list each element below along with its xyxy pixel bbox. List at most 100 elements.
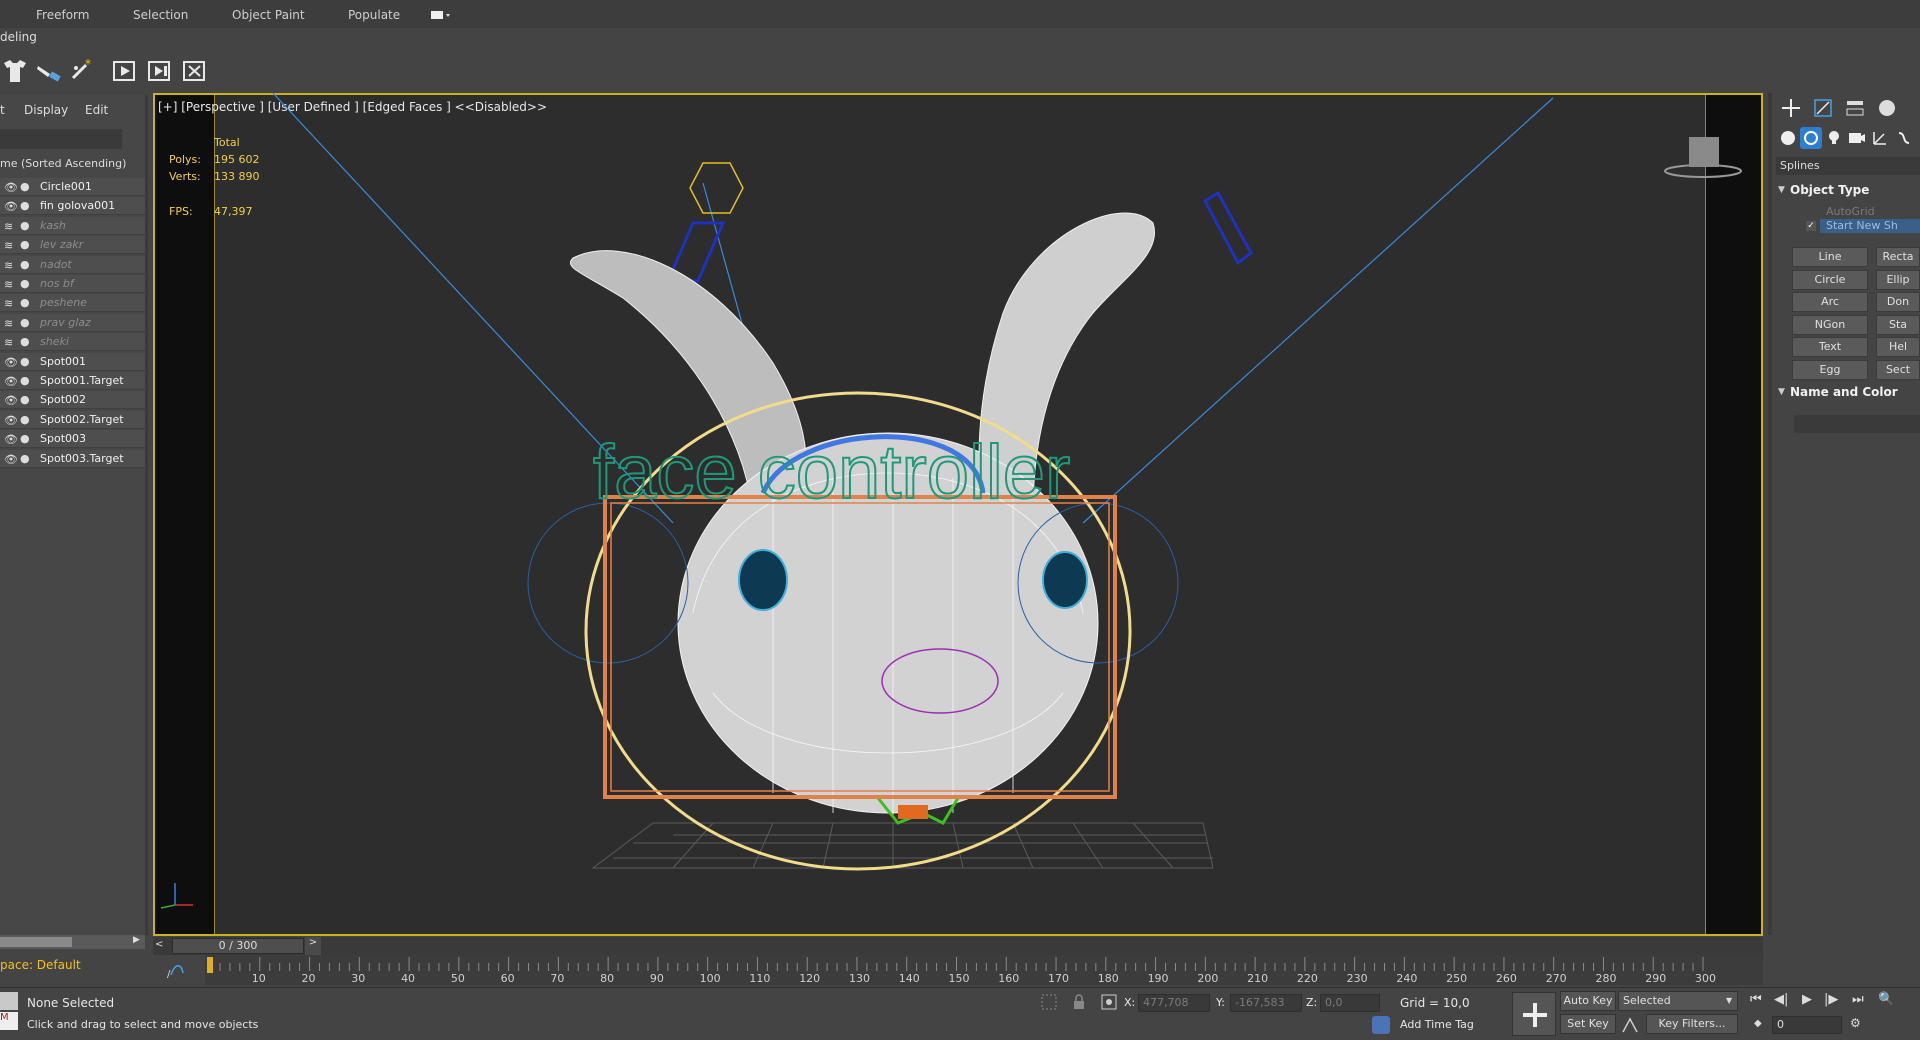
- shape-button-don[interactable]: Don: [1876, 292, 1920, 312]
- explorer-row[interactable]: ≋ ● nos bf: [0, 275, 145, 293]
- layers-icon[interactable]: ≋: [4, 317, 13, 330]
- tab-populate[interactable]: Populate: [348, 8, 400, 22]
- explorer-column-header[interactable]: me (Sorted Ascending): [0, 157, 148, 175]
- create-tab-icon[interactable]: [1780, 97, 1802, 122]
- shape-button-sta[interactable]: Sta: [1876, 314, 1920, 335]
- modeling-tab-label[interactable]: deling: [0, 30, 37, 44]
- explorer-row[interactable]: ≋ ● sheki: [0, 333, 145, 352]
- explorer-menu-select[interactable]: t: [0, 103, 5, 117]
- tab-freeform[interactable]: Freeform: [36, 8, 89, 22]
- maxscript-listener-icon[interactable]: [0, 992, 18, 1010]
- geometry-icon[interactable]: [1780, 130, 1796, 149]
- play-icon[interactable]: ▶: [1802, 992, 1812, 1007]
- auto-key-button[interactable]: Auto Key: [1560, 991, 1616, 1011]
- shirt-icon[interactable]: [0, 56, 30, 86]
- shape-button-recta[interactable]: Recta: [1876, 247, 1920, 267]
- motion-tab-icon[interactable]: [1876, 97, 1898, 122]
- explorer-row[interactable]: 👁 ● Circle001: [0, 178, 145, 196]
- layers-icon[interactable]: ≋: [4, 336, 13, 349]
- film-render-icon[interactable]: [180, 56, 210, 86]
- prev-frame-icon[interactable]: ◀|: [1774, 992, 1788, 1007]
- goto-start-icon[interactable]: ⏮: [1750, 992, 1762, 1007]
- shapes-icon[interactable]: [1800, 127, 1822, 149]
- z-coordinate-field[interactable]: 0,0: [1320, 994, 1380, 1012]
- viewcube[interactable]: [1664, 137, 1742, 178]
- eye-icon[interactable]: 👁: [4, 356, 18, 369]
- y-coordinate-field[interactable]: -167,583: [1230, 994, 1302, 1012]
- explorer-row[interactable]: ≋ ● lev zakr: [0, 236, 145, 255]
- eye-icon[interactable]: 👁: [4, 375, 18, 388]
- maxscript-mini-icon[interactable]: M: [0, 1012, 18, 1030]
- explorer-row[interactable]: ≋ ● kash: [0, 216, 145, 235]
- eye-icon[interactable]: 👁: [4, 394, 18, 407]
- category-dropdown[interactable]: Splines: [1776, 157, 1920, 175]
- eye-icon[interactable]: 👁: [4, 433, 18, 446]
- current-frame-field[interactable]: 0: [1772, 1016, 1842, 1034]
- name-color-title[interactable]: Name and Color: [1790, 385, 1898, 399]
- explorer-row[interactable]: 👁 ● Spot002: [0, 391, 145, 410]
- scroll-right-icon[interactable]: ▶: [133, 935, 145, 949]
- key-mode-icon[interactable]: [1620, 1016, 1640, 1034]
- time-config-icon[interactable]: ⚙: [1850, 1016, 1870, 1030]
- time-prev-icon[interactable]: <: [155, 939, 169, 953]
- ribbon-options-icon[interactable]: [430, 9, 452, 24]
- layers-icon[interactable]: ≋: [4, 297, 13, 310]
- spacewarps-icon[interactable]: [1896, 130, 1912, 149]
- set-key-button[interactable]: Set Key: [1560, 1014, 1616, 1034]
- eye-icon[interactable]: 👁: [4, 200, 18, 213]
- explorer-row[interactable]: 👁 ● Spot003: [0, 430, 145, 449]
- layers-icon[interactable]: ≋: [4, 259, 13, 272]
- lights-icon[interactable]: [1826, 130, 1842, 149]
- explorer-row[interactable]: 👁 ● Spot001: [0, 352, 145, 371]
- start-new-shape-check-icon[interactable]: ✓: [1806, 221, 1816, 231]
- shape-button-ellip[interactable]: Ellip: [1876, 269, 1920, 290]
- explorer-row[interactable]: ≋ ● nadot: [0, 255, 145, 274]
- timeline-track[interactable]: [205, 955, 1763, 985]
- lock-selection-icon[interactable]: [1070, 993, 1088, 1011]
- brush-icon[interactable]: [34, 56, 64, 86]
- explorer-row[interactable]: 👁 ● Spot001.Target: [0, 372, 145, 390]
- time-slider-track[interactable]: < >: [153, 937, 1763, 955]
- add-time-tag[interactable]: Add Time Tag: [1400, 1018, 1474, 1031]
- explorer-row[interactable]: ≋ ● peshene: [0, 294, 145, 313]
- rollout-collapse-icon[interactable]: ▼: [1778, 185, 1785, 195]
- key-filters-button[interactable]: Key Filters...: [1646, 1014, 1738, 1034]
- set-key-big-icon[interactable]: [1512, 992, 1556, 1036]
- explorer-menu-display[interactable]: Display: [24, 103, 68, 117]
- key-mode-toggle-icon[interactable]: ◆: [1754, 1018, 1768, 1029]
- curve-editor-button[interactable]: /: [153, 955, 205, 985]
- explorer-scrollbar[interactable]: ▶: [0, 935, 145, 949]
- explorer-row[interactable]: 👁 ● Spot003.Target: [0, 449, 145, 468]
- shape-button-text[interactable]: Text: [1792, 337, 1868, 357]
- layers-icon[interactable]: ≋: [4, 239, 13, 252]
- layers-icon[interactable]: ≋: [4, 278, 13, 291]
- object-type-title[interactable]: Object Type: [1790, 183, 1869, 197]
- next-frame-icon[interactable]: |▶: [1824, 992, 1838, 1007]
- goto-end-icon[interactable]: ⏭: [1852, 992, 1864, 1007]
- shape-button-egg[interactable]: Egg: [1792, 359, 1868, 380]
- hierarchy-tab-icon[interactable]: [1844, 97, 1866, 122]
- film-step-icon[interactable]: [145, 56, 175, 86]
- object-name-input[interactable]: [1794, 415, 1920, 433]
- start-new-shape-label[interactable]: Start New Sh: [1820, 219, 1920, 233]
- shape-button-arc[interactable]: Arc: [1792, 292, 1868, 312]
- helpers-icon[interactable]: [1872, 130, 1888, 149]
- key-set-dropdown[interactable]: Selected: [1618, 991, 1738, 1011]
- shape-button-line[interactable]: Line: [1792, 247, 1868, 267]
- eye-icon[interactable]: 👁: [4, 453, 18, 466]
- shape-button-hel[interactable]: Hel: [1876, 337, 1920, 357]
- zoom-icon[interactable]: 🔍: [1878, 992, 1894, 1007]
- explorer-row[interactable]: 👁 ● fin golova001: [0, 197, 145, 216]
- workspace-selector[interactable]: pace: Default: [0, 955, 118, 977]
- explorer-menu-edit[interactable]: Edit: [85, 103, 108, 117]
- time-tag-icon[interactable]: [1372, 1016, 1390, 1034]
- shape-button-circle[interactable]: Circle: [1792, 269, 1868, 290]
- autogrid-checkbox[interactable]: AutoGrid: [1826, 205, 1875, 218]
- magic-wand-icon[interactable]: *: [68, 56, 98, 86]
- eye-icon[interactable]: 👁: [4, 181, 18, 194]
- explorer-row[interactable]: 👁 ● Spot002.Target: [0, 410, 145, 429]
- film-play-icon[interactable]: [110, 56, 140, 86]
- tab-object-paint[interactable]: Object Paint: [232, 8, 305, 22]
- x-coordinate-field[interactable]: 477,708: [1138, 994, 1210, 1012]
- time-slider-thumb[interactable]: 0 / 300: [172, 938, 304, 954]
